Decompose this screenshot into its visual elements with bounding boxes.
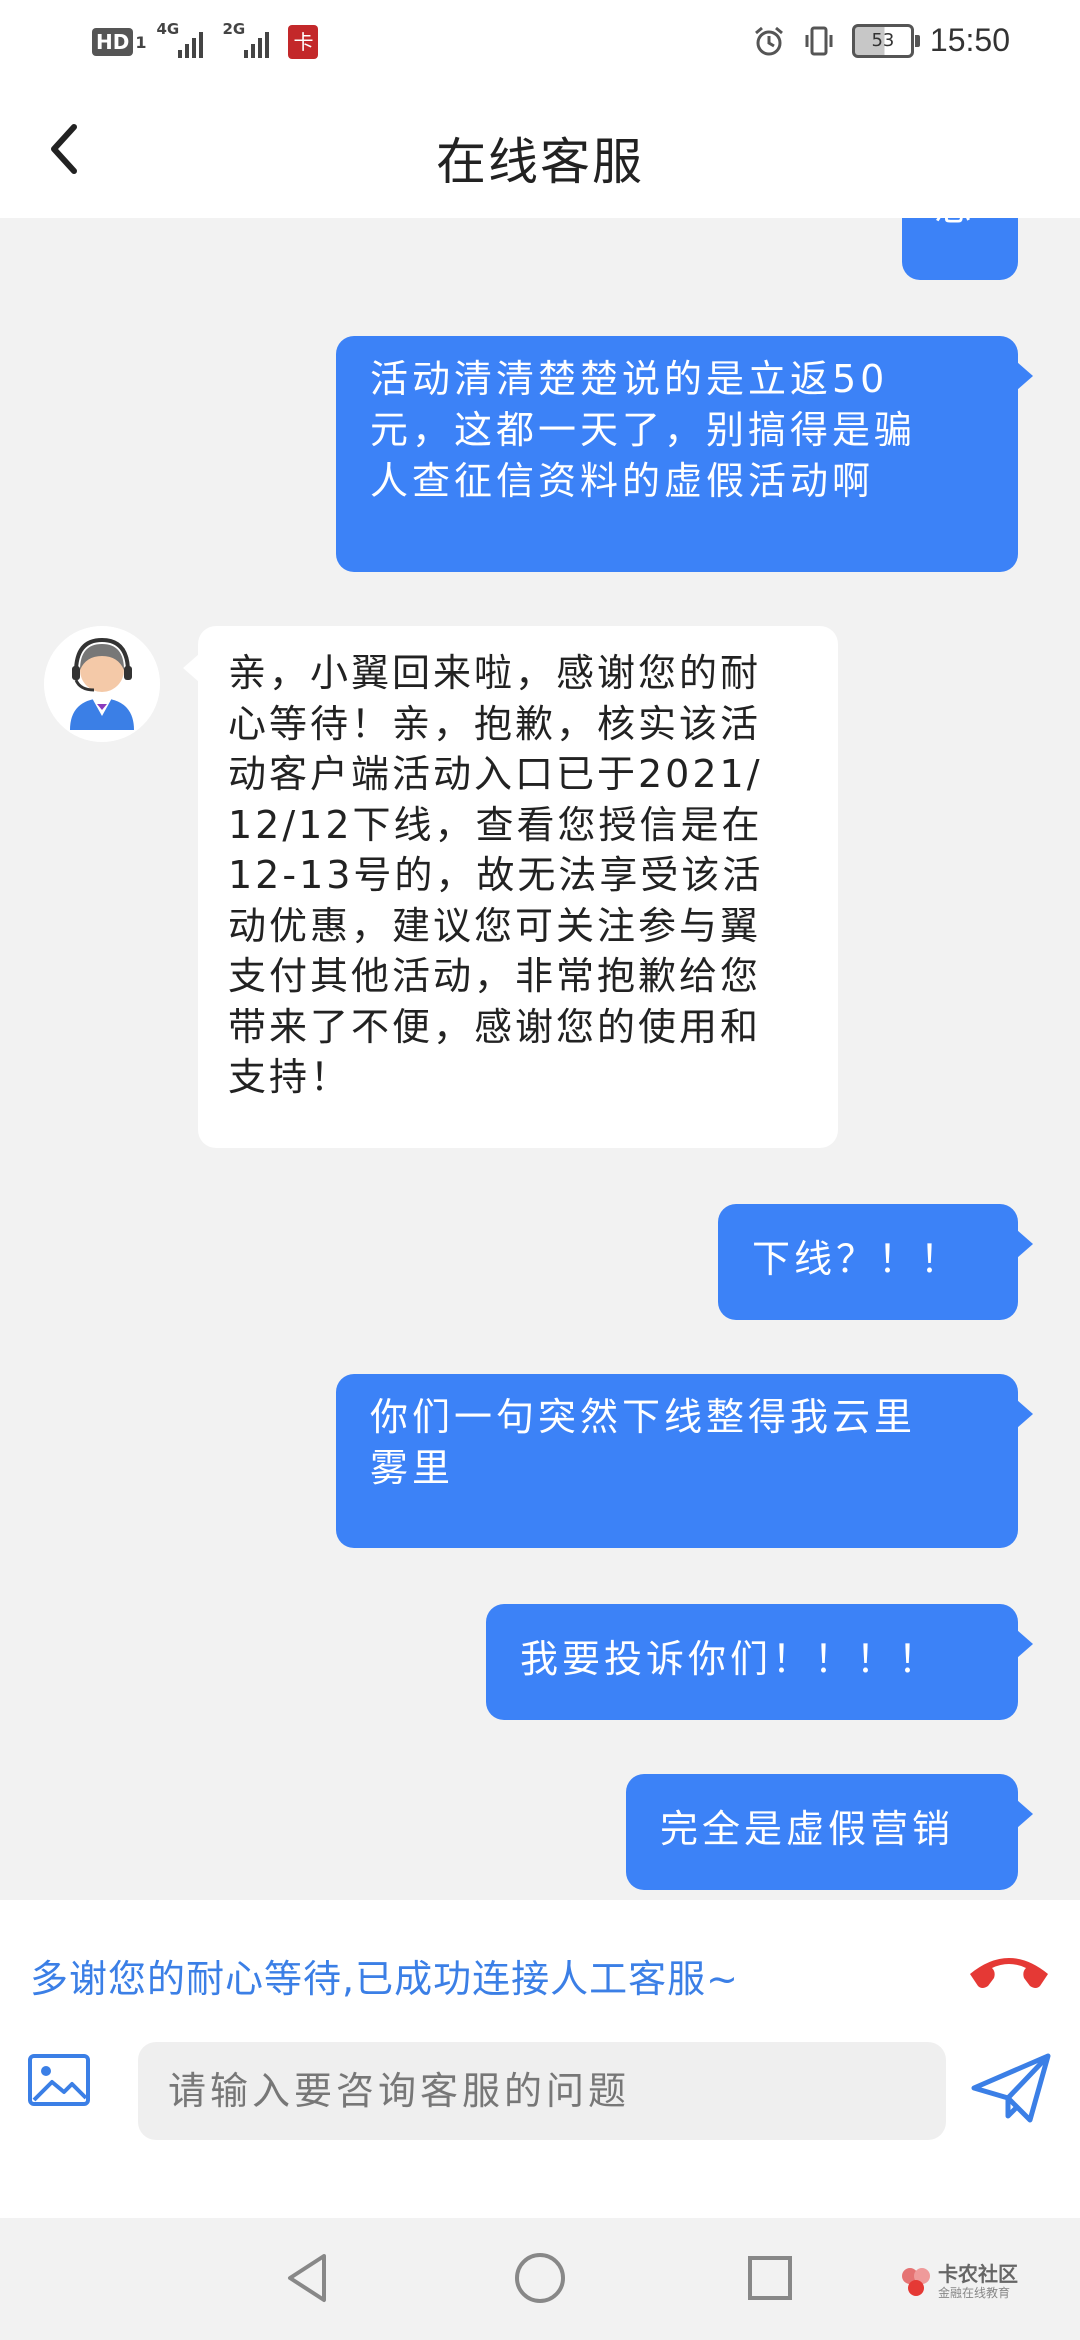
customer-service-avatar-icon <box>44 626 160 742</box>
chat-messages[interactable]: 恩 活动清清楚楚说的是立返50 元，这都一天了，别搞得是骗 人查征信资料的虚假活… <box>0 218 1080 1900</box>
message-user: 活动清清楚楚说的是立返50 元，这都一天了，别搞得是骗 人查征信资料的虚假活动啊 <box>336 336 1033 572</box>
hangup-icon <box>970 1958 1048 1988</box>
connection-notice: 多谢您的耐心等待,已成功连接人工客服~ <box>30 1957 739 2001</box>
signal-icon-sim1: 4G <box>156 20 212 60</box>
vibrate-icon <box>805 26 833 55</box>
message-user: 完全是虚假营销 <box>626 1774 1033 1890</box>
watermark-title: 卡农社区 <box>938 2262 1018 2286</box>
page-title: 在线客服 <box>436 133 644 191</box>
network-type-sim2: 2G <box>222 20 246 38</box>
signal-icon-sim2: 2G <box>222 20 278 60</box>
square-recents-icon <box>748 2256 792 2300</box>
nav-recents-button[interactable] <box>740 2248 800 2308</box>
agent-avatar <box>44 626 160 742</box>
nav-back-button[interactable] <box>278 2248 338 2308</box>
send-icon <box>971 2053 1051 2123</box>
status-bar: HD 1 4G 2G 卡 53 15:50 <box>0 0 1080 84</box>
triangle-back-icon <box>288 2254 326 2302</box>
system-nav-bar: 卡农社区 金融在线教育 <box>0 2218 1080 2340</box>
app-header: 在线客服 <box>0 84 1080 218</box>
watermark-logo-icon <box>902 2268 930 2296</box>
status-left: HD 1 4G 2G 卡 <box>92 20 319 60</box>
watermark: 卡农社区 金融在线教育 <box>896 2254 1026 2314</box>
alarm-icon <box>754 26 783 55</box>
nav-home-button[interactable] <box>510 2248 570 2308</box>
message-user: 你们一句突然下线整得我云里 雾里 <box>336 1374 1033 1548</box>
hangup-button[interactable] <box>964 1936 1054 2006</box>
message-agent: 亲，小翼回来啦，感谢您的耐 心等待！亲，抱歉，核实该活 动客户端活动入口已于20… <box>183 626 838 1148</box>
message-user: 我要投诉你们！！！！ <box>486 1604 1033 1720</box>
send-button[interactable] <box>968 2048 1054 2128</box>
input-panel: 多谢您的耐心等待,已成功连接人工客服~ <box>0 1900 1080 2218</box>
send-image-button[interactable] <box>24 2050 94 2110</box>
network-type-sim1: 4G <box>156 20 180 38</box>
message-user: 下线？！！ <box>718 1204 1033 1320</box>
message-user: 恩 <box>902 218 1018 280</box>
message-input[interactable] <box>138 2042 946 2140</box>
status-right: 53 15:50 <box>752 22 1010 59</box>
app-notification-icon: 卡 <box>288 25 319 59</box>
battery-indicator: 53 <box>851 23 920 58</box>
clock: 15:50 <box>929 22 1010 58</box>
circle-home-icon <box>515 2253 565 2303</box>
watermark-subtitle: 金融在线教育 <box>938 2286 1011 2300</box>
hd-sub: 1 <box>135 32 147 52</box>
hd-badge: HD <box>92 28 134 56</box>
image-icon <box>28 2054 90 2106</box>
